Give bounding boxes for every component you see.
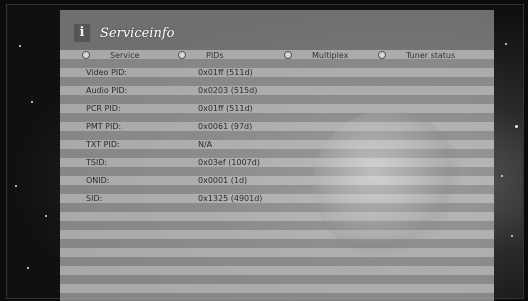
table-row: TXT PID: N/A — [86, 140, 466, 154]
radio-icon — [378, 51, 386, 59]
row-value: 0x03ef (1007d) — [198, 158, 260, 167]
table-row: PMT PID: 0x0061 (97d) — [86, 122, 466, 136]
tab-bar: Service PIDs Multiplex Tuner status — [60, 48, 494, 62]
radio-icon — [82, 51, 90, 59]
row-value: 0x1325 (4901d) — [198, 194, 263, 203]
star — [515, 125, 518, 128]
row-label: Audio PID: — [86, 86, 128, 95]
table-row: TSID: 0x03ef (1007d) — [86, 158, 466, 172]
tab-multiplex[interactable]: Multiplex — [284, 48, 348, 62]
tab-service[interactable]: Service — [82, 48, 140, 62]
row-value: 0x01ff (511d) — [198, 68, 253, 77]
info-icon: i — [74, 24, 90, 42]
row-value: N/A — [198, 140, 213, 149]
row-label: TSID: — [86, 158, 108, 167]
row-label: TXT PID: — [86, 140, 120, 149]
tab-tuner-status[interactable]: Tuner status — [378, 48, 455, 62]
row-value: 0x0061 (97d) — [198, 122, 253, 131]
tab-label: Service — [110, 50, 140, 60]
tab-label: Tuner status — [406, 50, 456, 60]
row-value: 0x0203 (515d) — [198, 86, 258, 95]
star — [27, 267, 29, 269]
star — [505, 43, 507, 45]
serviceinfo-panel: i Serviceinfo Service PIDs Multiplex Tun… — [60, 10, 494, 301]
page-title: Serviceinfo — [100, 25, 175, 41]
table-row: Audio PID: 0x0203 (515d) — [86, 86, 466, 100]
tab-pids[interactable]: PIDs — [178, 48, 224, 62]
star — [45, 215, 47, 217]
radio-icon — [178, 51, 186, 59]
table-row: Video PID: 0x01ff (511d) — [86, 68, 466, 82]
row-label: PCR PID: — [86, 104, 121, 113]
row-value: 0x01ff (511d) — [198, 104, 253, 113]
row-label: Video PID: — [86, 68, 127, 77]
star — [511, 235, 513, 237]
row-label: PMT PID: — [86, 122, 122, 131]
row-label: ONID: — [86, 176, 110, 185]
tab-label: Multiplex — [312, 50, 349, 60]
table-row: PCR PID: 0x01ff (511d) — [86, 104, 466, 118]
star — [31, 101, 33, 103]
star — [501, 175, 503, 177]
row-value: 0x0001 (1d) — [198, 176, 248, 185]
table-row: SID: 0x1325 (4901d) — [86, 194, 466, 208]
star — [19, 45, 21, 47]
row-label: SID: — [86, 194, 103, 203]
star — [15, 185, 17, 187]
radio-icon — [284, 51, 292, 59]
table-row: ONID: 0x0001 (1d) — [86, 176, 466, 190]
tab-label: PIDs — [206, 50, 224, 60]
title-bar: i Serviceinfo — [74, 22, 174, 44]
